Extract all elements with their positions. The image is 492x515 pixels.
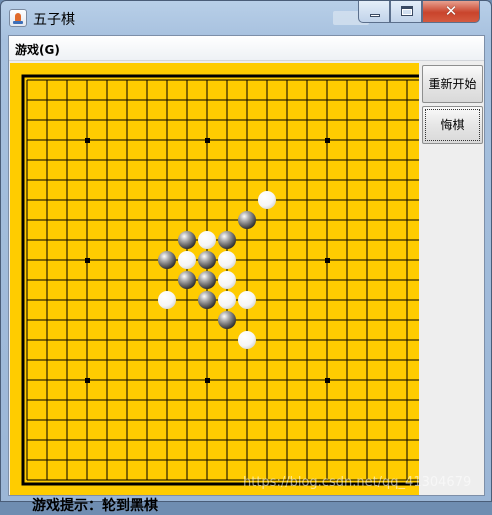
black-stone xyxy=(218,311,236,329)
side-panel: 重新开始 悔棋 xyxy=(420,63,484,495)
undo-button[interactable]: 悔棋 xyxy=(422,106,483,144)
white-stone xyxy=(158,291,176,309)
star-point xyxy=(85,258,90,263)
minimize-button[interactable] xyxy=(358,1,390,23)
client-area: 游戏(G) 游戏提示：轮到黑棋 重新开始 悔棋 xyxy=(8,35,485,514)
black-stone xyxy=(158,251,176,269)
close-button[interactable]: ✕ xyxy=(422,1,480,23)
white-stone xyxy=(238,331,256,349)
star-point xyxy=(85,378,90,383)
window-title: 五子棋 xyxy=(33,12,75,28)
white-stone xyxy=(258,191,276,209)
java-app-icon xyxy=(9,9,27,27)
black-stone xyxy=(218,231,236,249)
maximize-button[interactable] xyxy=(390,1,422,23)
star-point xyxy=(85,138,90,143)
star-point xyxy=(325,138,330,143)
white-stone xyxy=(238,291,256,309)
black-stone xyxy=(198,251,216,269)
black-stone xyxy=(198,291,216,309)
menu-game[interactable]: 游戏(G) xyxy=(15,41,60,58)
black-stone xyxy=(198,271,216,289)
black-stone xyxy=(178,271,196,289)
star-point xyxy=(325,378,330,383)
star-point xyxy=(205,378,210,383)
menu-bar: 游戏(G) xyxy=(9,36,484,61)
white-stone xyxy=(218,271,236,289)
white-stone xyxy=(218,291,236,309)
black-stone xyxy=(178,231,196,249)
status-message: 游戏提示：轮到黑棋 xyxy=(32,498,158,514)
close-icon: ✕ xyxy=(444,2,458,20)
gomoku-board[interactable] xyxy=(10,63,419,495)
white-stone xyxy=(198,231,216,249)
title-bar[interactable]: 五子棋 ✕ xyxy=(1,1,491,35)
restart-button[interactable]: 重新开始 xyxy=(422,65,483,103)
maximize-icon xyxy=(401,6,413,16)
minimize-icon xyxy=(370,14,380,17)
app-window: 五子棋 ✕ 游戏(G) 游戏提示：轮到黑棋 重新开始 悔棋 https://bl… xyxy=(0,0,492,514)
star-point xyxy=(205,138,210,143)
watermark-text: https://blog.csdn.net/qq_41304679 xyxy=(243,475,472,490)
star-point xyxy=(325,258,330,263)
white-stone xyxy=(178,251,196,269)
board-panel: 游戏提示：轮到黑棋 xyxy=(10,63,419,514)
black-stone xyxy=(238,211,256,229)
white-stone xyxy=(218,251,236,269)
